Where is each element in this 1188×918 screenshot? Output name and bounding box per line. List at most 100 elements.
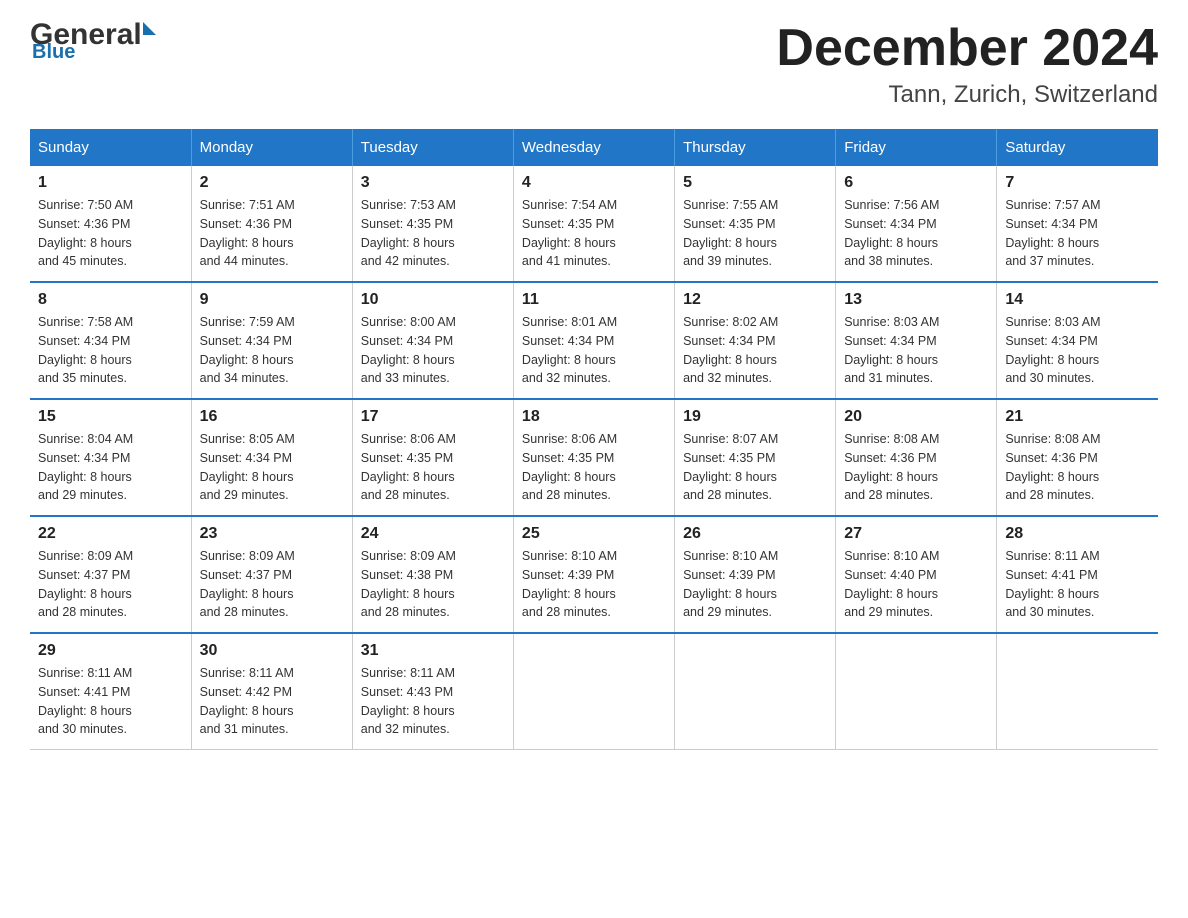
col-header-wednesday: Wednesday — [513, 129, 674, 166]
calendar-day-cell — [997, 633, 1158, 750]
day-info: Sunrise: 8:01 AM Sunset: 4:34 PM Dayligh… — [522, 313, 666, 388]
day-info: Sunrise: 8:06 AM Sunset: 4:35 PM Dayligh… — [522, 430, 666, 505]
calendar-day-cell: 9 Sunrise: 7:59 AM Sunset: 4:34 PM Dayli… — [191, 282, 352, 399]
calendar-day-cell: 26 Sunrise: 8:10 AM Sunset: 4:39 PM Dayl… — [675, 516, 836, 633]
col-header-monday: Monday — [191, 129, 352, 166]
day-info: Sunrise: 8:10 AM Sunset: 4:39 PM Dayligh… — [522, 547, 666, 622]
calendar-week-row: 15 Sunrise: 8:04 AM Sunset: 4:34 PM Dayl… — [30, 399, 1158, 516]
calendar-day-cell: 15 Sunrise: 8:04 AM Sunset: 4:34 PM Dayl… — [30, 399, 191, 516]
title-section: December 2024 Tann, Zurich, Switzerland — [776, 20, 1158, 109]
day-number: 12 — [683, 291, 827, 309]
day-info: Sunrise: 7:51 AM Sunset: 4:36 PM Dayligh… — [200, 196, 344, 271]
day-info: Sunrise: 7:53 AM Sunset: 4:35 PM Dayligh… — [361, 196, 505, 271]
day-info: Sunrise: 7:54 AM Sunset: 4:35 PM Dayligh… — [522, 196, 666, 271]
calendar-header-row: SundayMondayTuesdayWednesdayThursdayFrid… — [30, 129, 1158, 166]
calendar-day-cell: 24 Sunrise: 8:09 AM Sunset: 4:38 PM Dayl… — [352, 516, 513, 633]
day-info: Sunrise: 8:06 AM Sunset: 4:35 PM Dayligh… — [361, 430, 505, 505]
day-number: 29 — [38, 642, 183, 660]
day-number: 13 — [844, 291, 988, 309]
day-info: Sunrise: 8:08 AM Sunset: 4:36 PM Dayligh… — [844, 430, 988, 505]
day-number: 26 — [683, 525, 827, 543]
calendar-week-row: 1 Sunrise: 7:50 AM Sunset: 4:36 PM Dayli… — [30, 166, 1158, 282]
calendar-day-cell: 8 Sunrise: 7:58 AM Sunset: 4:34 PM Dayli… — [30, 282, 191, 399]
location-subtitle: Tann, Zurich, Switzerland — [776, 81, 1158, 109]
calendar-week-row: 29 Sunrise: 8:11 AM Sunset: 4:41 PM Dayl… — [30, 633, 1158, 750]
day-number: 28 — [1005, 525, 1150, 543]
col-header-saturday: Saturday — [997, 129, 1158, 166]
calendar-day-cell — [513, 633, 674, 750]
day-info: Sunrise: 8:11 AM Sunset: 4:42 PM Dayligh… — [200, 664, 344, 739]
day-info: Sunrise: 8:09 AM Sunset: 4:38 PM Dayligh… — [361, 547, 505, 622]
day-number: 30 — [200, 642, 344, 660]
day-number: 22 — [38, 525, 183, 543]
day-number: 1 — [38, 174, 183, 192]
day-number: 20 — [844, 408, 988, 426]
day-info: Sunrise: 8:09 AM Sunset: 4:37 PM Dayligh… — [38, 547, 183, 622]
day-info: Sunrise: 8:04 AM Sunset: 4:34 PM Dayligh… — [38, 430, 183, 505]
day-number: 23 — [200, 525, 344, 543]
calendar-day-cell: 27 Sunrise: 8:10 AM Sunset: 4:40 PM Dayl… — [836, 516, 997, 633]
calendar-day-cell: 30 Sunrise: 8:11 AM Sunset: 4:42 PM Dayl… — [191, 633, 352, 750]
day-number: 25 — [522, 525, 666, 543]
day-info: Sunrise: 7:57 AM Sunset: 4:34 PM Dayligh… — [1005, 196, 1150, 271]
day-number: 8 — [38, 291, 183, 309]
day-number: 11 — [522, 291, 666, 309]
day-number: 31 — [361, 642, 505, 660]
month-year-title: December 2024 — [776, 20, 1158, 77]
col-header-sunday: Sunday — [30, 129, 191, 166]
day-number: 17 — [361, 408, 505, 426]
day-number: 14 — [1005, 291, 1150, 309]
day-info: Sunrise: 7:55 AM Sunset: 4:35 PM Dayligh… — [683, 196, 827, 271]
calendar-day-cell: 5 Sunrise: 7:55 AM Sunset: 4:35 PM Dayli… — [675, 166, 836, 282]
col-header-thursday: Thursday — [675, 129, 836, 166]
day-number: 7 — [1005, 174, 1150, 192]
calendar-day-cell — [675, 633, 836, 750]
day-info: Sunrise: 8:03 AM Sunset: 4:34 PM Dayligh… — [844, 313, 988, 388]
day-number: 21 — [1005, 408, 1150, 426]
day-number: 9 — [200, 291, 344, 309]
day-info: Sunrise: 7:58 AM Sunset: 4:34 PM Dayligh… — [38, 313, 183, 388]
day-number: 27 — [844, 525, 988, 543]
calendar-day-cell: 6 Sunrise: 7:56 AM Sunset: 4:34 PM Dayli… — [836, 166, 997, 282]
day-info: Sunrise: 7:50 AM Sunset: 4:36 PM Dayligh… — [38, 196, 183, 271]
calendar-day-cell: 12 Sunrise: 8:02 AM Sunset: 4:34 PM Dayl… — [675, 282, 836, 399]
calendar-day-cell: 19 Sunrise: 8:07 AM Sunset: 4:35 PM Dayl… — [675, 399, 836, 516]
calendar-day-cell: 25 Sunrise: 8:10 AM Sunset: 4:39 PM Dayl… — [513, 516, 674, 633]
calendar-day-cell: 17 Sunrise: 8:06 AM Sunset: 4:35 PM Dayl… — [352, 399, 513, 516]
calendar-day-cell: 21 Sunrise: 8:08 AM Sunset: 4:36 PM Dayl… — [997, 399, 1158, 516]
calendar-day-cell: 1 Sunrise: 7:50 AM Sunset: 4:36 PM Dayli… — [30, 166, 191, 282]
calendar-day-cell: 22 Sunrise: 8:09 AM Sunset: 4:37 PM Dayl… — [30, 516, 191, 633]
col-header-tuesday: Tuesday — [352, 129, 513, 166]
day-info: Sunrise: 7:56 AM Sunset: 4:34 PM Dayligh… — [844, 196, 988, 271]
day-info: Sunrise: 7:59 AM Sunset: 4:34 PM Dayligh… — [200, 313, 344, 388]
day-info: Sunrise: 8:05 AM Sunset: 4:34 PM Dayligh… — [200, 430, 344, 505]
calendar-table: SundayMondayTuesdayWednesdayThursdayFrid… — [30, 129, 1158, 750]
calendar-day-cell: 3 Sunrise: 7:53 AM Sunset: 4:35 PM Dayli… — [352, 166, 513, 282]
day-number: 19 — [683, 408, 827, 426]
logo-blue-text: Blue — [32, 42, 75, 62]
day-info: Sunrise: 8:02 AM Sunset: 4:34 PM Dayligh… — [683, 313, 827, 388]
day-info: Sunrise: 8:11 AM Sunset: 4:41 PM Dayligh… — [1005, 547, 1150, 622]
calendar-day-cell: 14 Sunrise: 8:03 AM Sunset: 4:34 PM Dayl… — [997, 282, 1158, 399]
calendar-day-cell — [836, 633, 997, 750]
day-info: Sunrise: 8:11 AM Sunset: 4:41 PM Dayligh… — [38, 664, 183, 739]
day-info: Sunrise: 8:08 AM Sunset: 4:36 PM Dayligh… — [1005, 430, 1150, 505]
col-header-friday: Friday — [836, 129, 997, 166]
day-number: 15 — [38, 408, 183, 426]
calendar-day-cell: 29 Sunrise: 8:11 AM Sunset: 4:41 PM Dayl… — [30, 633, 191, 750]
calendar-day-cell: 2 Sunrise: 7:51 AM Sunset: 4:36 PM Dayli… — [191, 166, 352, 282]
day-info: Sunrise: 8:11 AM Sunset: 4:43 PM Dayligh… — [361, 664, 505, 739]
logo: General Blue — [30, 20, 156, 62]
day-info: Sunrise: 8:10 AM Sunset: 4:40 PM Dayligh… — [844, 547, 988, 622]
day-number: 18 — [522, 408, 666, 426]
day-number: 5 — [683, 174, 827, 192]
day-number: 10 — [361, 291, 505, 309]
calendar-day-cell: 4 Sunrise: 7:54 AM Sunset: 4:35 PM Dayli… — [513, 166, 674, 282]
page-header: General Blue December 2024 Tann, Zurich,… — [30, 20, 1158, 109]
day-info: Sunrise: 8:10 AM Sunset: 4:39 PM Dayligh… — [683, 547, 827, 622]
logo-triangle-icon — [143, 22, 156, 35]
calendar-day-cell: 18 Sunrise: 8:06 AM Sunset: 4:35 PM Dayl… — [513, 399, 674, 516]
calendar-week-row: 22 Sunrise: 8:09 AM Sunset: 4:37 PM Dayl… — [30, 516, 1158, 633]
day-info: Sunrise: 8:09 AM Sunset: 4:37 PM Dayligh… — [200, 547, 344, 622]
calendar-day-cell: 11 Sunrise: 8:01 AM Sunset: 4:34 PM Dayl… — [513, 282, 674, 399]
